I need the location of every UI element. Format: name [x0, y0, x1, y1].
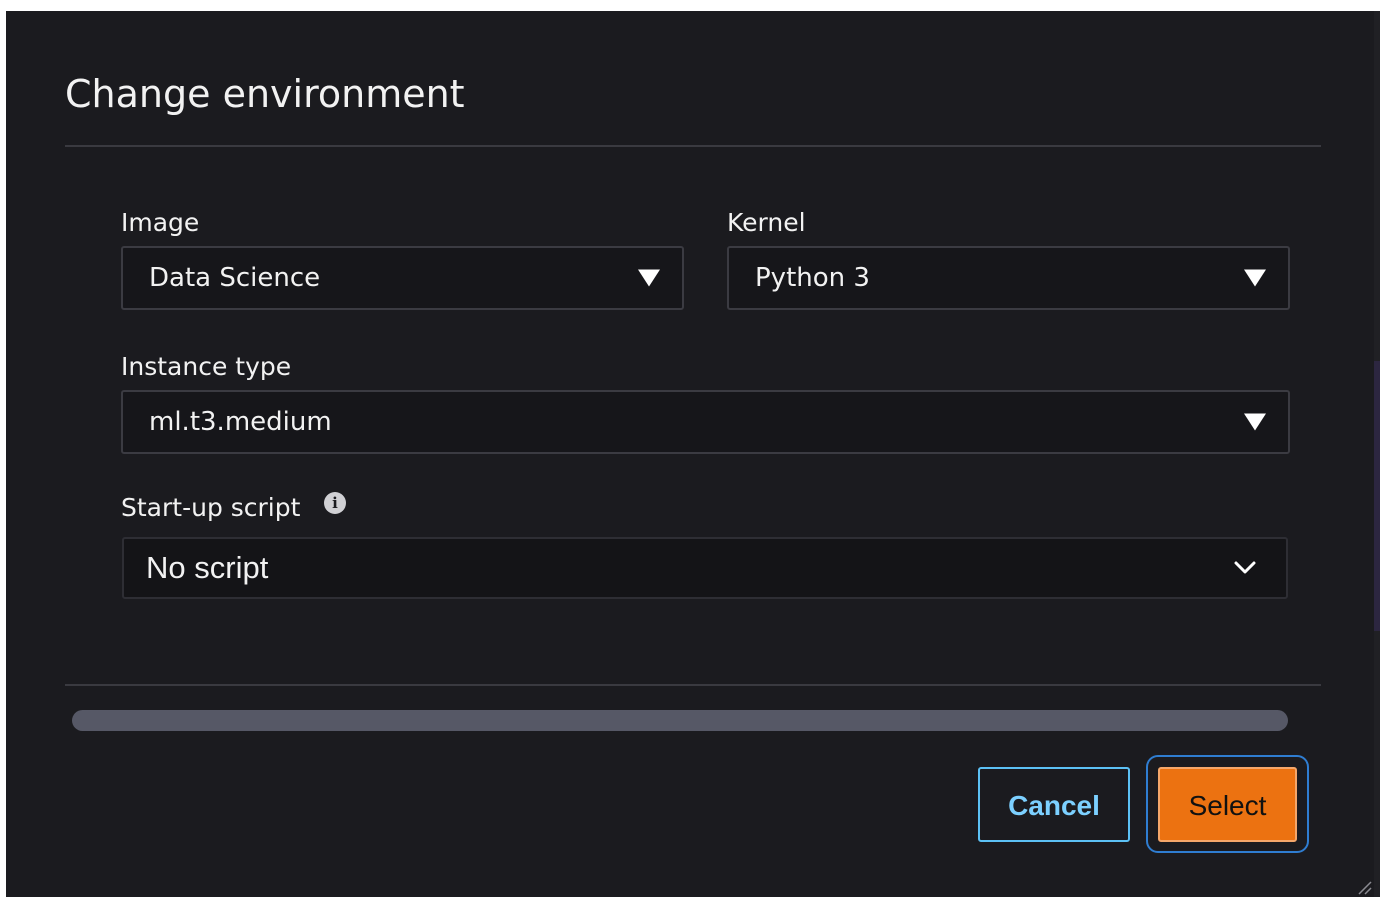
chevron-down-icon [1234, 561, 1256, 574]
cancel-button[interactable]: Cancel [978, 767, 1130, 842]
kernel-select[interactable]: Python 3 [727, 246, 1290, 310]
startup-script-select-value: No script [146, 550, 269, 585]
image-label: Image [121, 208, 200, 237]
caret-down-icon [638, 269, 660, 287]
dialog-title: Change environment [65, 72, 465, 116]
kernel-select-value: Python 3 [755, 263, 870, 293]
startup-script-label: Start-up script [121, 493, 301, 522]
caret-down-icon [1244, 413, 1266, 431]
select-button[interactable]: Select [1158, 767, 1297, 842]
startup-script-select[interactable]: No script [122, 537, 1288, 599]
change-environment-dialog: Change environment Image Data Science Ke… [6, 11, 1380, 897]
info-icon[interactable]: i [324, 492, 346, 514]
instance-type-select-value: ml.t3.medium [149, 407, 332, 437]
header-divider [65, 145, 1321, 147]
image-select-value: Data Science [149, 263, 321, 293]
window-edge [1374, 11, 1380, 897]
caret-down-icon [1244, 269, 1266, 287]
instance-type-select[interactable]: ml.t3.medium [121, 390, 1290, 454]
footer-divider [65, 684, 1321, 686]
resize-grip-icon[interactable] [1356, 879, 1372, 895]
image-select[interactable]: Data Science [121, 246, 684, 310]
kernel-label: Kernel [727, 208, 806, 237]
window-edge-accent [1374, 361, 1380, 631]
horizontal-scrollbar[interactable] [72, 710, 1288, 731]
instance-type-label: Instance type [121, 352, 292, 381]
